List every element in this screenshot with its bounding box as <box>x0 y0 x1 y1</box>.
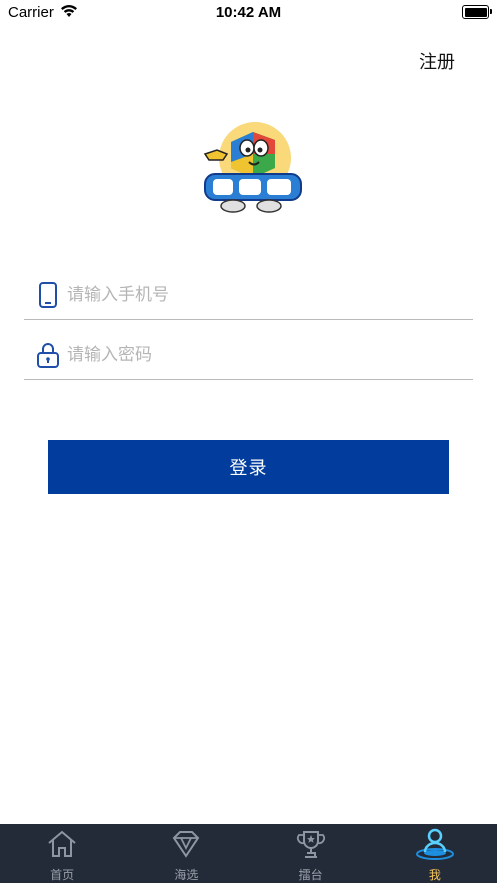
trophy-icon <box>296 831 325 858</box>
battery-icon <box>462 5 492 19</box>
status-bar: Carrier 10:42 AM <box>0 0 497 26</box>
tab-label: 我 <box>428 868 441 882</box>
tab-label: 首页 <box>50 868 75 882</box>
status-time: 10:42 AM <box>215 4 282 21</box>
tab-home[interactable]: 首页 <box>0 824 124 883</box>
password-input[interactable] <box>67 340 457 370</box>
tab-label: 擂台 <box>298 868 323 882</box>
phone-input[interactable] <box>67 280 457 310</box>
phone-icon <box>39 282 57 308</box>
tab-me[interactable]: 我 <box>373 824 497 883</box>
user-icon <box>415 828 454 860</box>
login-button[interactable]: 登录 <box>48 440 449 494</box>
home-icon <box>48 830 76 857</box>
tab-label: 海选 <box>174 868 199 882</box>
app-logo <box>203 122 302 213</box>
lock-icon <box>37 343 59 368</box>
password-field <box>24 332 473 380</box>
tab-audition[interactable]: 海选 <box>124 824 248 883</box>
phone-field <box>24 272 473 320</box>
register-link[interactable]: 注册 <box>419 48 455 74</box>
diamond-icon <box>173 831 200 858</box>
tab-bar: 首页 海选 擂台 我 <box>0 824 497 883</box>
tab-arena[interactable]: 擂台 <box>249 824 373 883</box>
